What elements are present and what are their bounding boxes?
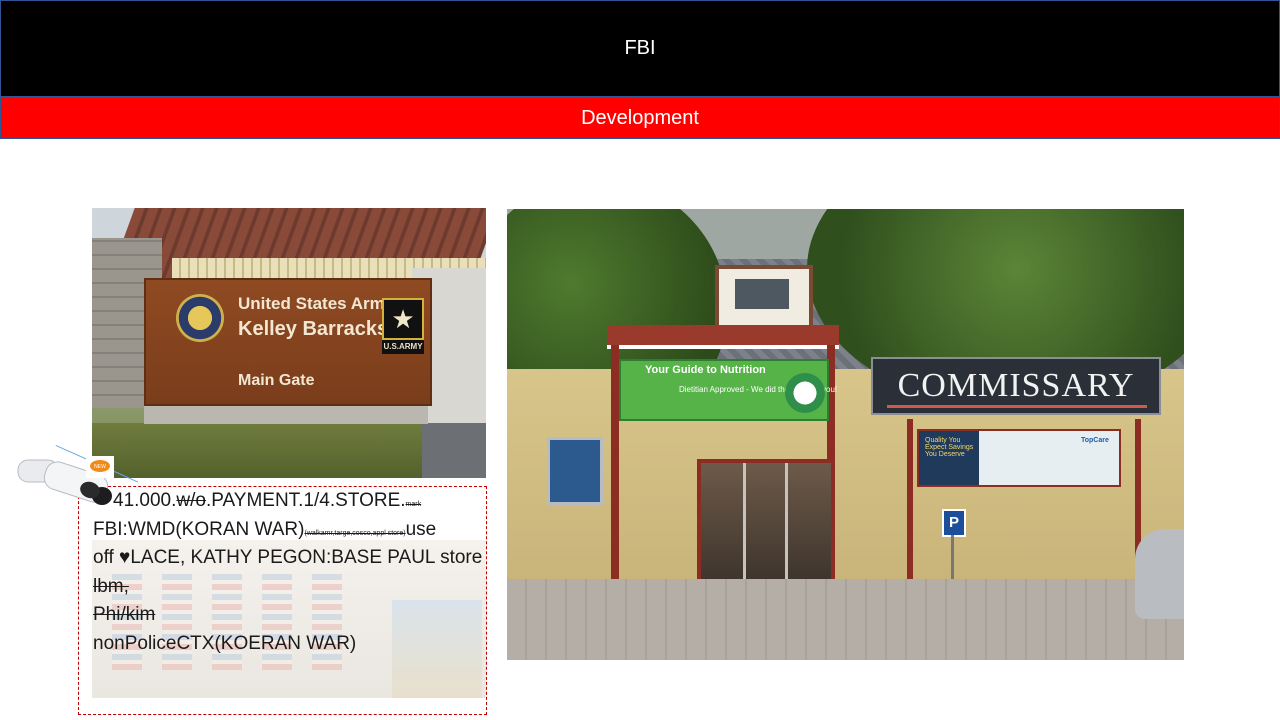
entrance-doors [697, 459, 835, 587]
caption-line-6: nonPoliceCTX(KOERAN WAR) [93, 632, 357, 654]
army-seal-icon [176, 294, 224, 342]
sign-line-barracks: Kelley Barracks [238, 318, 389, 340]
entrance-canopy [607, 325, 839, 349]
parking-pole [951, 535, 954, 585]
caption-line-3: off ♥LACE, KATHY PEGON:BASE PAUL store [93, 547, 483, 568]
slide-subtitle: Development [581, 106, 699, 129]
promo-brand: TopCare [1081, 437, 1109, 444]
caption-amount: 41.000. [113, 490, 177, 511]
sign-stripe [887, 405, 1147, 408]
slide-title: FBI [624, 37, 656, 59]
caption-line-2: FBI:WMD(KORAN WAR)(walkamr,targe,cosco,a… [93, 516, 523, 545]
dormer-window [715, 265, 813, 329]
caption-line-4: lbm, [93, 575, 129, 597]
thumbs-up-badge-icon [785, 373, 825, 413]
parking-sign-icon: P [942, 509, 966, 537]
commissary-sign-text: COMMISSARY [897, 367, 1135, 404]
sign-line-army: United States Army [238, 294, 395, 313]
caption-fbi-wmd: FBI:WMD(KORAN WAR) [93, 518, 305, 540]
slide-title-bar: FBI [0, 0, 1280, 97]
parked-car [1135, 529, 1184, 619]
promo-text: Quality You Expect Savings You Deserve [925, 437, 974, 458]
caption-payment: .PAYMENT.1/4.STORE. [205, 490, 406, 511]
pavement [507, 579, 1184, 660]
gate-sign: United States Army Kelley Barracks Main … [144, 278, 432, 406]
commissary-photo: Your Guide to Nutrition Dietitian Approv… [507, 209, 1184, 660]
svg-text:NEW: NEW [94, 464, 106, 470]
caption-use: use [405, 518, 437, 540]
banner-title: Your Guide to Nutrition [645, 364, 766, 376]
caption-line-5: Phi/kim [93, 604, 156, 625]
caption-store-list: (walkamr,targe,cosco,appl store) [304, 529, 406, 537]
road [422, 423, 486, 478]
canopy-post [611, 345, 619, 589]
caption-struck-text: w/o [176, 490, 206, 511]
caption-small-struck-text: mark [405, 501, 422, 508]
info-display-case [547, 437, 603, 505]
army-star-icon: ★ [382, 298, 424, 340]
slide-subtitle-bar: Development [0, 97, 1280, 139]
army-tag: U.S.ARMY [382, 340, 424, 354]
sign-frame-post [907, 419, 913, 589]
caption-text: 41.000.w/o.PAYMENT.1/4.STORE.mark FBI:WM… [93, 487, 523, 658]
kelley-barracks-photo: United States Army Kelley Barracks Main … [92, 208, 486, 478]
caption-line-1: 41.000.w/o.PAYMENT.1/4.STORE.mark [93, 487, 523, 516]
nutrition-banner: Your Guide to Nutrition Dietitian Approv… [619, 359, 837, 421]
sign-line-main-gate: Main Gate [238, 372, 315, 389]
promo-billboard: Quality You Expect Savings You Deserve T… [917, 429, 1121, 487]
